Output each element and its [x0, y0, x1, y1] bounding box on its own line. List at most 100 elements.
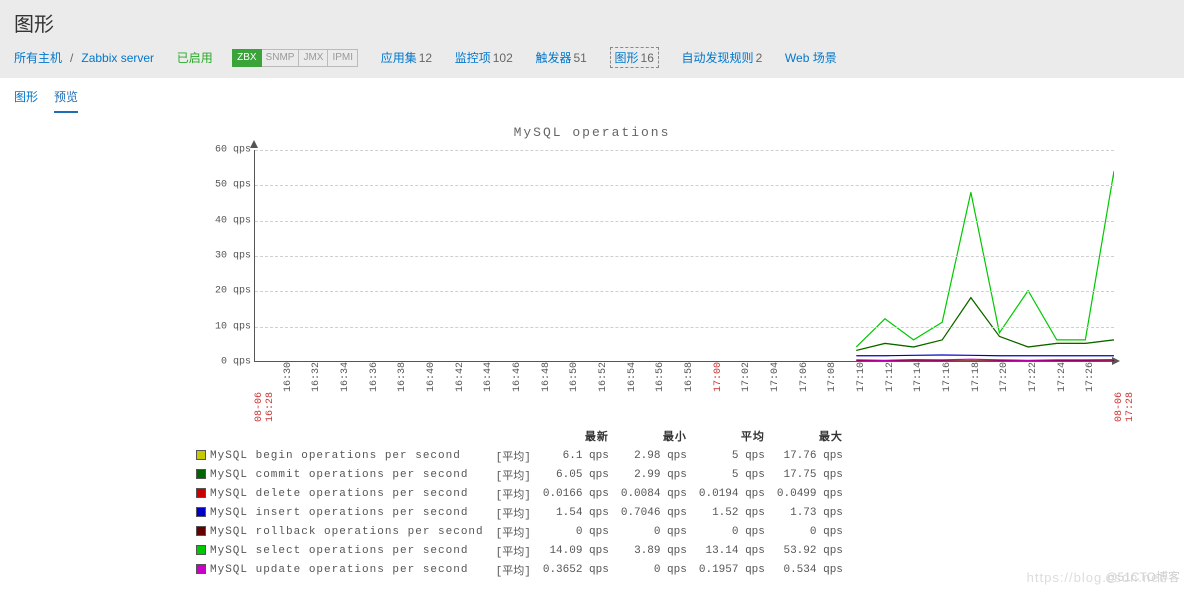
grid-line — [255, 256, 1114, 257]
legend-min: 0.0084 qps — [621, 486, 697, 503]
legend-name: MySQL update operations per second — [196, 562, 494, 579]
x-tick-label: 16:50 — [569, 362, 580, 392]
x-tick-label: 17:12 — [885, 362, 896, 392]
legend-last: 0.3652 qps — [543, 562, 619, 579]
x-tick-label: 17:24 — [1057, 362, 1068, 392]
legend-last: 14.09 qps — [543, 543, 619, 560]
x-tick-label: 16:54 — [627, 362, 638, 392]
grid-line — [255, 291, 1114, 292]
legend-avg: 0.1957 qps — [699, 562, 775, 579]
legend-name: MySQL insert operations per second — [196, 505, 494, 522]
chart-title: MySQL operations — [14, 125, 1170, 140]
x-tick-label: 16:30 — [283, 362, 294, 392]
legend-row: MySQL begin operations per second[平均]6.1… — [196, 448, 853, 465]
legend-max: 0 qps — [777, 524, 853, 541]
tab-preview[interactable]: 预览 — [54, 88, 78, 113]
x-tick-label: 16:38 — [397, 362, 408, 392]
legend-last: 1.54 qps — [543, 505, 619, 522]
legend-agg: [平均] — [496, 505, 541, 522]
x-tick-label: 16:46 — [512, 362, 523, 392]
x-tick-label: 17:16 — [942, 362, 953, 392]
legend-header-row: 最新 最小 平均 最大 — [196, 428, 853, 446]
legend-avg: 5 qps — [699, 448, 775, 465]
legend-agg: [平均] — [496, 486, 541, 503]
x-tick-label: 16:56 — [655, 362, 666, 392]
x-axis: 08-06 16:2816:3016:3216:3416:3616:3816:4… — [254, 362, 1114, 422]
x-tick-label: 17:10 — [856, 362, 867, 392]
watermark-51cto: @51CTO博客 — [1105, 568, 1180, 585]
x-tick-label: 17:22 — [1028, 362, 1039, 392]
x-tick-label: 17:26 — [1085, 362, 1096, 392]
nav-triggers[interactable]: 触发器51 — [535, 49, 586, 66]
legend-name: MySQL rollback operations per second — [196, 524, 494, 541]
x-tick-label: 16:44 — [483, 362, 494, 392]
x-tick-label: 08-06 16:28 — [254, 362, 276, 422]
x-tick-label: 17:04 — [770, 362, 781, 392]
legend-swatch — [196, 488, 206, 498]
legend-max: 0.534 qps — [777, 562, 853, 579]
legend-min: 0.7046 qps — [621, 505, 697, 522]
legend-agg: [平均] — [496, 524, 541, 541]
series-line — [856, 298, 1114, 351]
legend-col-avg: 平均 — [699, 428, 775, 446]
legend-min: 2.99 qps — [621, 467, 697, 484]
x-tick-label: 17:20 — [999, 362, 1010, 392]
series-line — [856, 359, 1114, 360]
series-line — [856, 298, 1114, 351]
tab-graph[interactable]: 图形 — [14, 88, 38, 113]
x-tick-label: 16:42 — [455, 362, 466, 392]
legend-max: 1.73 qps — [777, 505, 853, 522]
y-tick-label: 0 qps — [221, 357, 251, 368]
legend-max: 17.75 qps — [777, 467, 853, 484]
page-title: 图形 — [14, 8, 1170, 37]
grid-line — [255, 185, 1114, 186]
legend-avg: 13.14 qps — [699, 543, 775, 560]
protocol-ipmi[interactable]: IPMI — [328, 49, 358, 67]
x-tick-label: 17:08 — [827, 362, 838, 392]
x-tick-label: 16:58 — [684, 362, 695, 392]
nav-applications[interactable]: 应用集12 — [381, 49, 432, 66]
status-enabled: 已启用 — [177, 49, 213, 66]
x-tick-label: 17:14 — [913, 362, 924, 392]
grid-line — [255, 327, 1114, 328]
legend-name: MySQL delete operations per second — [196, 486, 494, 503]
protocol-jmx[interactable]: JMX — [299, 49, 328, 67]
chart-plot: 0 qps10 qps20 qps30 qps40 qps50 qps60 qp… — [254, 150, 1114, 362]
grid-line — [255, 221, 1114, 222]
breadcrumb-all-hosts[interactable]: 所有主机 — [14, 49, 62, 66]
legend-swatch — [196, 526, 206, 536]
y-tick-label: 20 qps — [215, 286, 251, 297]
legend-swatch — [196, 450, 206, 460]
nav-discovery[interactable]: 自动发现规则2 — [682, 49, 763, 66]
y-tick-label: 50 qps — [215, 180, 251, 191]
legend-agg: [平均] — [496, 543, 541, 560]
breadcrumb-separator: / — [70, 51, 73, 65]
chart-area: MySQL operations 0 qps10 qps20 qps30 qps… — [0, 113, 1184, 589]
legend-avg: 0 qps — [699, 524, 775, 541]
protocol-snmp[interactable]: SNMP — [262, 49, 300, 67]
nav-web[interactable]: Web 场景 — [785, 49, 837, 66]
legend-col-min: 最小 — [621, 428, 697, 446]
y-tick-label: 30 qps — [215, 251, 251, 262]
legend-row: MySQL rollback operations per second[平均]… — [196, 524, 853, 541]
grid-line — [255, 150, 1114, 151]
protocol-zbx[interactable]: ZBX — [232, 49, 261, 67]
breadcrumb-host[interactable]: Zabbix server — [81, 51, 154, 65]
legend-min: 0 qps — [621, 524, 697, 541]
legend-last: 6.1 qps — [543, 448, 619, 465]
legend-table: 最新 最小 平均 最大 MySQL begin operations per s… — [194, 426, 855, 581]
nav-graphs[interactable]: 图形16 — [610, 47, 659, 68]
series-line — [856, 355, 1114, 356]
legend-agg: [平均] — [496, 467, 541, 484]
legend-row: MySQL commit operations per second[平均]6.… — [196, 467, 853, 484]
nav-items[interactable]: 监控项102 — [455, 49, 513, 66]
x-tick-label: 16:34 — [340, 362, 351, 392]
legend-max: 17.76 qps — [777, 448, 853, 465]
legend-row: MySQL insert operations per second[平均]1.… — [196, 505, 853, 522]
protocol-group: ZBX SNMP JMX IPMI — [232, 49, 358, 67]
y-axis-arrow-icon — [250, 140, 258, 148]
legend-row: MySQL delete operations per second[平均] 0.… — [196, 486, 853, 503]
legend-agg: [平均] — [496, 562, 541, 579]
x-tick-label: 17:06 — [799, 362, 810, 392]
x-tick-label: 17:18 — [971, 362, 982, 392]
